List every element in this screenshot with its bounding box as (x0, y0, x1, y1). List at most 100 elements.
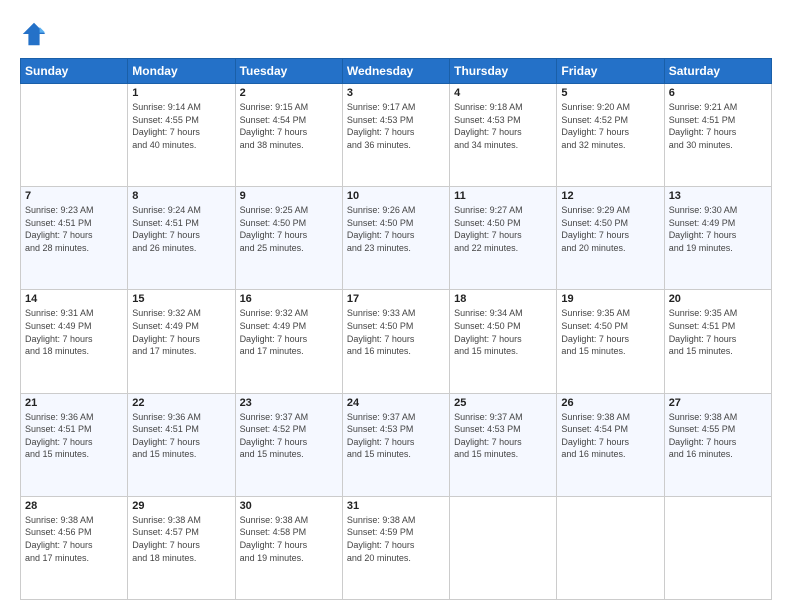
calendar-cell: 9 Sunrise: 9:25 AM Sunset: 4:50 PM Daylig… (235, 187, 342, 290)
calendar-cell: 24 Sunrise: 9:37 AM Sunset: 4:53 PM Dayli… (342, 393, 449, 496)
day-number: 31 (347, 500, 445, 512)
day-number: 5 (561, 87, 659, 99)
calendar-header-row: SundayMondayTuesdayWednesdayThursdayFrid… (21, 59, 772, 84)
calendar-cell: 21 Sunrise: 9:36 AM Sunset: 4:51 PM Dayli… (21, 393, 128, 496)
day-info: Sunrise: 9:34 AM Sunset: 4:50 PM Dayligh… (454, 307, 552, 357)
day-info: Sunrise: 9:27 AM Sunset: 4:50 PM Dayligh… (454, 204, 552, 254)
day-number: 14 (25, 293, 123, 305)
day-number: 15 (132, 293, 230, 305)
day-info: Sunrise: 9:37 AM Sunset: 4:52 PM Dayligh… (240, 411, 338, 461)
day-info: Sunrise: 9:38 AM Sunset: 4:54 PM Dayligh… (561, 411, 659, 461)
day-info: Sunrise: 9:32 AM Sunset: 4:49 PM Dayligh… (132, 307, 230, 357)
calendar-cell: 19Sunrise: 9:35 AM Sunset: 4:50 PM Dayli… (557, 290, 664, 393)
column-header-monday: Monday (128, 59, 235, 84)
calendar-cell: 22 Sunrise: 9:36 AM Sunset: 4:51 PM Dayli… (128, 393, 235, 496)
day-info: Sunrise: 9:30 AM Sunset: 4:49 PM Dayligh… (669, 204, 767, 254)
calendar-cell: 29 Sunrise: 9:38 AM Sunset: 4:57 PM Dayli… (128, 496, 235, 599)
calendar-cell: 26 Sunrise: 9:38 AM Sunset: 4:54 PM Dayli… (557, 393, 664, 496)
day-info: Sunrise: 9:24 AM Sunset: 4:51 PM Dayligh… (132, 204, 230, 254)
day-info: Sunrise: 9:32 AM Sunset: 4:49 PM Dayligh… (240, 307, 338, 357)
day-number: 4 (454, 87, 552, 99)
calendar-cell: 20 Sunrise: 9:35 AM Sunset: 4:51 PM Dayli… (664, 290, 771, 393)
day-number: 18 (454, 293, 552, 305)
calendar-cell: 23 Sunrise: 9:37 AM Sunset: 4:52 PM Dayli… (235, 393, 342, 496)
day-info: Sunrise: 9:35 AM Sunset: 4:51 PM Dayligh… (669, 307, 767, 357)
day-number: 24 (347, 397, 445, 409)
calendar-cell: 11Sunrise: 9:27 AM Sunset: 4:50 PM Dayli… (450, 187, 557, 290)
day-number: 17 (347, 293, 445, 305)
logo-icon (20, 20, 48, 48)
day-info: Sunrise: 9:15 AM Sunset: 4:54 PM Dayligh… (240, 101, 338, 151)
day-number: 8 (132, 190, 230, 202)
calendar-cell: 12Sunrise: 9:29 AM Sunset: 4:50 PM Dayli… (557, 187, 664, 290)
day-number: 10 (347, 190, 445, 202)
day-info: Sunrise: 9:38 AM Sunset: 4:59 PM Dayligh… (347, 514, 445, 564)
day-number: 20 (669, 293, 767, 305)
day-info: Sunrise: 9:18 AM Sunset: 4:53 PM Dayligh… (454, 101, 552, 151)
day-info: Sunrise: 9:38 AM Sunset: 4:55 PM Dayligh… (669, 411, 767, 461)
day-number: 29 (132, 500, 230, 512)
column-header-thursday: Thursday (450, 59, 557, 84)
calendar-cell: 6 Sunrise: 9:21 AM Sunset: 4:51 PM Daylig… (664, 84, 771, 187)
calendar-cell (450, 496, 557, 599)
day-number: 23 (240, 397, 338, 409)
day-info: Sunrise: 9:25 AM Sunset: 4:50 PM Dayligh… (240, 204, 338, 254)
day-number: 2 (240, 87, 338, 99)
calendar-cell: 17Sunrise: 9:33 AM Sunset: 4:50 PM Dayli… (342, 290, 449, 393)
day-number: 9 (240, 190, 338, 202)
column-header-wednesday: Wednesday (342, 59, 449, 84)
day-info: Sunrise: 9:36 AM Sunset: 4:51 PM Dayligh… (25, 411, 123, 461)
day-number: 6 (669, 87, 767, 99)
day-info: Sunrise: 9:37 AM Sunset: 4:53 PM Dayligh… (347, 411, 445, 461)
week-row-3: 14 Sunrise: 9:31 AM Sunset: 4:49 PM Dayli… (21, 290, 772, 393)
calendar-cell: 25 Sunrise: 9:37 AM Sunset: 4:53 PM Dayli… (450, 393, 557, 496)
day-info: Sunrise: 9:38 AM Sunset: 4:58 PM Dayligh… (240, 514, 338, 564)
day-info: Sunrise: 9:29 AM Sunset: 4:50 PM Dayligh… (561, 204, 659, 254)
day-number: 3 (347, 87, 445, 99)
calendar-cell: 16 Sunrise: 9:32 AM Sunset: 4:49 PM Dayli… (235, 290, 342, 393)
day-info: Sunrise: 9:26 AM Sunset: 4:50 PM Dayligh… (347, 204, 445, 254)
day-info: Sunrise: 9:36 AM Sunset: 4:51 PM Dayligh… (132, 411, 230, 461)
day-info: Sunrise: 9:31 AM Sunset: 4:49 PM Dayligh… (25, 307, 123, 357)
day-info: Sunrise: 9:37 AM Sunset: 4:53 PM Dayligh… (454, 411, 552, 461)
day-info: Sunrise: 9:14 AM Sunset: 4:55 PM Dayligh… (132, 101, 230, 151)
day-info: Sunrise: 9:38 AM Sunset: 4:57 PM Dayligh… (132, 514, 230, 564)
day-number: 28 (25, 500, 123, 512)
week-row-2: 7 Sunrise: 9:23 AM Sunset: 4:51 PM Daylig… (21, 187, 772, 290)
calendar-cell: 14 Sunrise: 9:31 AM Sunset: 4:49 PM Dayli… (21, 290, 128, 393)
day-info: Sunrise: 9:21 AM Sunset: 4:51 PM Dayligh… (669, 101, 767, 151)
calendar-cell: 8 Sunrise: 9:24 AM Sunset: 4:51 PM Daylig… (128, 187, 235, 290)
calendar-cell: 27Sunrise: 9:38 AM Sunset: 4:55 PM Dayli… (664, 393, 771, 496)
day-info: Sunrise: 9:17 AM Sunset: 4:53 PM Dayligh… (347, 101, 445, 151)
calendar-cell: 13 Sunrise: 9:30 AM Sunset: 4:49 PM Dayli… (664, 187, 771, 290)
day-info: Sunrise: 9:23 AM Sunset: 4:51 PM Dayligh… (25, 204, 123, 254)
week-row-5: 28Sunrise: 9:38 AM Sunset: 4:56 PM Dayli… (21, 496, 772, 599)
week-row-4: 21 Sunrise: 9:36 AM Sunset: 4:51 PM Dayli… (21, 393, 772, 496)
day-number: 30 (240, 500, 338, 512)
day-number: 16 (240, 293, 338, 305)
calendar-cell: 15 Sunrise: 9:32 AM Sunset: 4:49 PM Dayli… (128, 290, 235, 393)
calendar-cell (21, 84, 128, 187)
calendar-cell: 2 Sunrise: 9:15 AM Sunset: 4:54 PM Daylig… (235, 84, 342, 187)
day-number: 25 (454, 397, 552, 409)
calendar-cell: 30 Sunrise: 9:38 AM Sunset: 4:58 PM Dayli… (235, 496, 342, 599)
calendar-cell (664, 496, 771, 599)
calendar-table: SundayMondayTuesdayWednesdayThursdayFrid… (20, 58, 772, 600)
day-number: 21 (25, 397, 123, 409)
column-header-friday: Friday (557, 59, 664, 84)
day-number: 7 (25, 190, 123, 202)
calendar-cell: 31 Sunrise: 9:38 AM Sunset: 4:59 PM Dayli… (342, 496, 449, 599)
calendar-cell: 3 Sunrise: 9:17 AM Sunset: 4:53 PM Daylig… (342, 84, 449, 187)
day-number: 13 (669, 190, 767, 202)
calendar-cell: 18 Sunrise: 9:34 AM Sunset: 4:50 PM Dayli… (450, 290, 557, 393)
day-number: 22 (132, 397, 230, 409)
calendar-cell: 4 Sunrise: 9:18 AM Sunset: 4:53 PM Daylig… (450, 84, 557, 187)
calendar-cell: 5Sunrise: 9:20 AM Sunset: 4:52 PM Daylig… (557, 84, 664, 187)
calendar-cell: 1Sunrise: 9:14 AM Sunset: 4:55 PM Daylig… (128, 84, 235, 187)
logo (20, 18, 52, 48)
calendar-cell: 7 Sunrise: 9:23 AM Sunset: 4:51 PM Daylig… (21, 187, 128, 290)
column-header-saturday: Saturday (664, 59, 771, 84)
calendar-cell: 28Sunrise: 9:38 AM Sunset: 4:56 PM Dayli… (21, 496, 128, 599)
day-number: 26 (561, 397, 659, 409)
column-header-sunday: Sunday (21, 59, 128, 84)
